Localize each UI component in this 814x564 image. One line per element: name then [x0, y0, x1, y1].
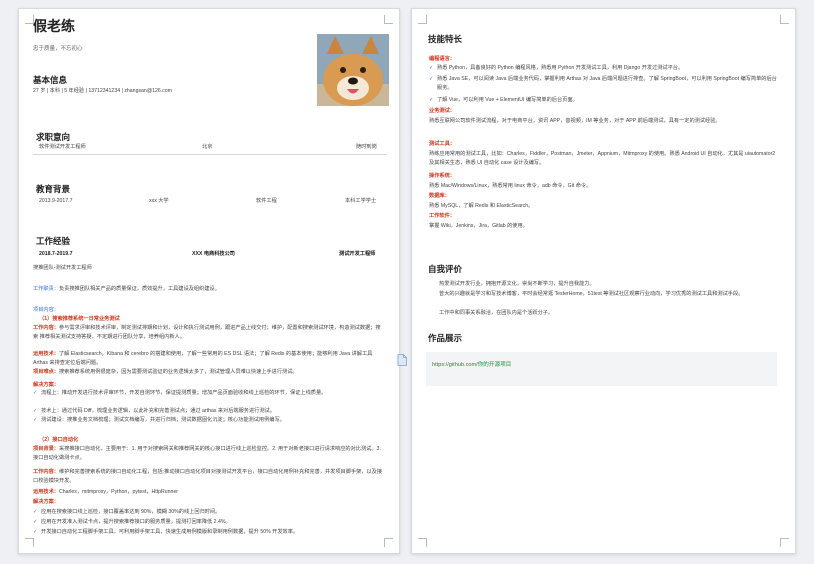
- resume-page-2: 技能特长 编程语言： ✓ 熟悉 Python，具备良好的 Python 编程风格，…: [411, 8, 796, 554]
- intent-position: 软件测试开发工程师: [39, 144, 86, 150]
- p2-solution-2: ✓ 应用在开发准入测试卡点，提升搜索推荐接口的服务质量，提测打回率降低 2.4%。: [33, 519, 231, 525]
- portfolio-heading: 作品展示: [428, 333, 463, 343]
- resume-page-1: 假老练 忠于质量，不忘初心 基本信息 27 岁 | 本科 | 5 年经验 | 1…: [18, 8, 400, 554]
- resume-name: 假老练: [33, 18, 75, 34]
- duty-text: 负责搜推团队相关产品的质量保证，质效提升，工具建设及组织建设。: [58, 286, 220, 292]
- intent-availability: 随时到岗: [356, 144, 377, 150]
- basic-info-details: 27 岁 | 本科 | 5 年经验 | 13712341234 | zhangs…: [33, 88, 172, 94]
- work-heading: 工作经验: [36, 236, 71, 246]
- p2-solution-1: ✓ 应用在搜索接口线上巡检，接口覆盖率达到 90%，模糊 30%的线上回归时间。: [33, 509, 221, 515]
- check-icon: ✓: [33, 529, 38, 535]
- profile-photo: [317, 34, 389, 106]
- tools-label: 测试工具：: [429, 141, 455, 147]
- work-company: XXX 电商科技公司: [192, 251, 235, 257]
- p2-solution-3: ✓ 开发接口自动化工程脚手架工具，可利用脚手架工具，快速生成用例模版和录制用例数据…: [33, 529, 299, 535]
- business-label: 业务测试：: [429, 108, 455, 114]
- check-icon: ✓: [429, 65, 434, 71]
- prog-skill-2: ✓ 熟悉 Java SE，可以阅读 Java 后端业务代码，掌握利用 Arthas…: [429, 76, 777, 91]
- programming-label: 编程语言：: [429, 56, 455, 62]
- prog-skill-3: ✓ 了解 Vue，可以利用 Vue + ElementUI 编写简单的后台页面。: [429, 97, 578, 103]
- document-icon[interactable]: [397, 353, 407, 366]
- db-label: 数据库：: [429, 193, 450, 199]
- self-eval-line-1: 热爱测试开发行业，拥抱开源文化，崇尚不断学习，提升自我能力。: [439, 281, 595, 287]
- edu-degree: 本科工学学士: [345, 198, 377, 204]
- check-icon: ✓: [33, 509, 38, 515]
- work-title: 测试开发工程师: [339, 251, 376, 257]
- check-icon: ✓: [429, 97, 434, 103]
- page-corner-mark: [384, 538, 393, 547]
- software-text: 掌握 Wiki，Jenkins，Jira，Gitlab 的使用。: [429, 223, 528, 229]
- skills-heading: 技能特长: [428, 34, 463, 44]
- job-intent-heading: 求职意向: [36, 132, 71, 142]
- education-heading: 教育背景: [36, 184, 71, 194]
- p1-content: 工作内容：参与需求评审和技术评审，制定测试排期和计划，设计和执行测试用例，跟进产…: [33, 325, 381, 340]
- page-corner-mark: [384, 15, 393, 24]
- project-1-title: （1）搜索推荐系统一日常业务测试: [39, 316, 120, 322]
- page-corner-mark: [418, 538, 427, 547]
- basic-info-heading: 基本信息: [33, 75, 68, 85]
- self-eval-heading: 自我评价: [428, 264, 463, 274]
- p1-solution-1: ✓ 流程上：推动开发进行技术评审环节，开发自测环节，保证提测质量；增加产品页面验收…: [33, 390, 327, 396]
- portfolio-code-block: https://github.com/你的开源项目: [426, 352, 777, 386]
- p1-tech: 运用技术：了解 Elasticsearch，Kibana 和 cerebro 的…: [33, 351, 373, 366]
- duty-label: 工作职责：: [33, 286, 59, 292]
- check-icon: ✓: [429, 76, 434, 82]
- resume-slogan: 忠于质量，不忘初心: [33, 46, 83, 52]
- p1-difficulty: 项目难点：搜索推荐系统用例很庞杂，因为需要测试验证的业务逻辑太多了，测试管理人员…: [33, 369, 298, 375]
- self-eval-line-2: 曾大的兴趣就是学习和写技术博客，平时会经常逛 TesterHome，51test…: [439, 291, 744, 297]
- p1-solution-3: ✓ 测试建设：搜推业务文档梳理；测试文档编写，并进行归档；测试数据固化沉淀；核心功…: [33, 417, 285, 423]
- check-icon: ✓: [33, 390, 38, 396]
- self-eval-line-3: 工作中和同事关系融洽，在团队内是个活跃分子。: [439, 310, 554, 316]
- p1-solution-2: ✓ 技术上：通过代码 Diff，梳理业务逻辑，以此补充和完善测试点；通过 arth…: [33, 408, 275, 414]
- divider: [33, 154, 387, 155]
- p2-solution-label: 解决方案：: [33, 499, 59, 505]
- portfolio-link[interactable]: https://github.com/你的开源项目: [432, 360, 511, 368]
- page-corner-mark: [780, 15, 789, 24]
- db-text: 熟悉 MySQL，了解 Redis 和 ElasticSearch。: [429, 203, 534, 209]
- edu-school: xxx 大学: [149, 198, 169, 204]
- intent-city: 北京: [202, 144, 213, 150]
- tools-text: 熟练应用常用的测试工具，比如：Charles，Fiddler，Postman，J…: [429, 151, 776, 166]
- os-label: 操作系统：: [429, 173, 455, 179]
- business-text: 熟悉互联网公司软件测试流程，对于电商平台，资讯 APP，音视频，IM 等业务，对…: [429, 118, 721, 124]
- page-corner-mark: [25, 538, 34, 547]
- p2-content: 工作内容：维护和完善搜索系统的接口自动化工程，包括:推动接口自动化项目对接测试开…: [33, 469, 383, 484]
- project-2-title: （2）接口自动化: [39, 437, 79, 443]
- p2-tech: 运用技术：Charles，mitmproxy，Python，pytest，Htt…: [33, 489, 179, 495]
- edu-period: 2013.9-2017.7: [39, 198, 73, 204]
- page-corner-mark: [418, 15, 427, 24]
- work-duty: 工作职责：负责搜推团队相关产品的质量保证，质效提升，工具建设及组织建设。: [33, 285, 385, 294]
- p2-background: 项目背景：采搜推接口自动化，主要用于：1. 用于对搜索网关和推荐网关的核心接口进…: [33, 446, 381, 461]
- projects-heading: 项目内容：: [33, 307, 59, 313]
- check-icon: ✓: [33, 417, 38, 423]
- check-icon: ✓: [33, 408, 38, 414]
- software-label: 工作软件：: [429, 213, 455, 219]
- work-team: 搜推团队-测试开发工程师: [33, 265, 92, 271]
- os-text: 熟悉 Mac/Windows/Linux，熟悉常用 linux 命令，adb 命…: [429, 183, 592, 189]
- edu-major: 软件工程: [256, 198, 277, 204]
- prog-skill-1: ✓ 熟悉 Python，具备良好的 Python 编程风格，熟悉用 Python …: [429, 65, 684, 71]
- check-icon: ✓: [33, 519, 38, 525]
- page-corner-mark: [780, 538, 789, 547]
- work-period: 2018.7-2019.7: [39, 251, 73, 257]
